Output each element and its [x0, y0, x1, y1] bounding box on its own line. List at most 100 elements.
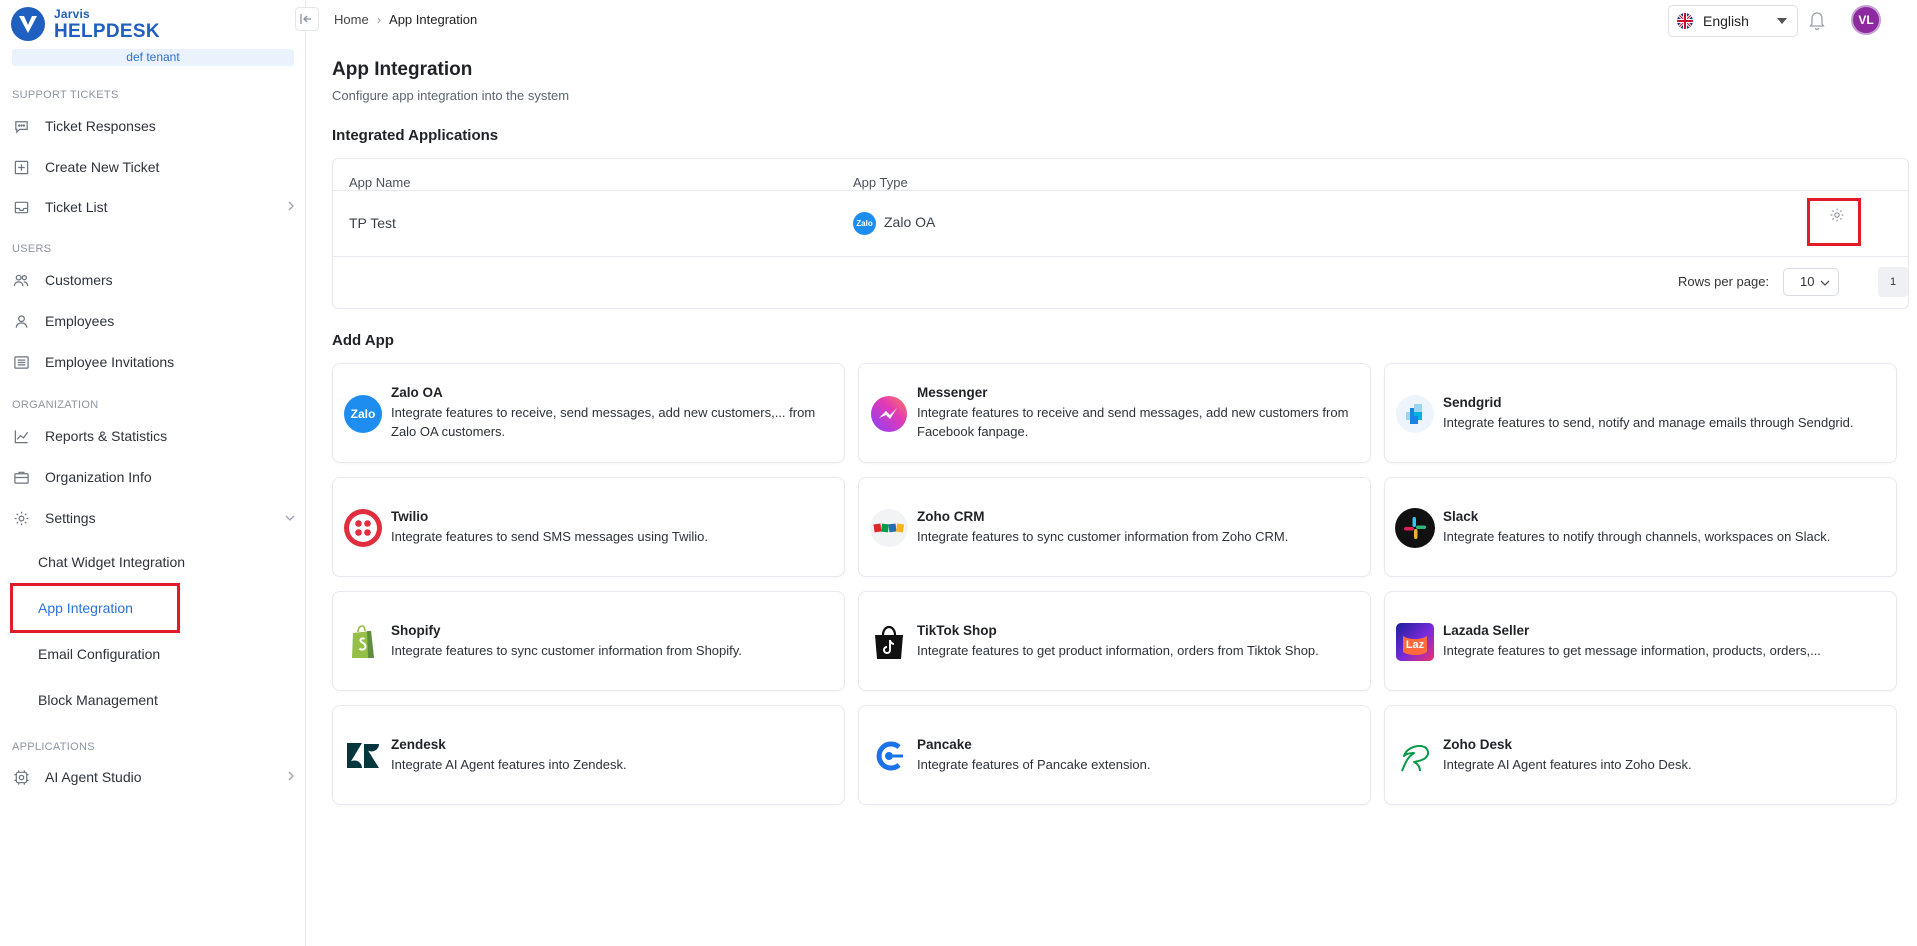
language-label: English	[1703, 13, 1749, 29]
app-card-zoho-crm[interactable]: Zoho CRM Integrate features to sync cust…	[858, 477, 1371, 577]
plus-square-icon	[12, 158, 30, 176]
section-organization: ORGANIZATION	[12, 399, 99, 411]
cpu-icon	[12, 768, 30, 786]
language-select[interactable]: English	[1668, 5, 1798, 37]
highlight-box-app-integration	[10, 583, 180, 633]
app-name: Sendgrid	[1443, 395, 1502, 410]
sidebar-item-label: Reports & Statistics	[45, 428, 168, 444]
sidebar-item-employee-invitations[interactable]: Employee Invitations	[12, 347, 300, 377]
user-avatar[interactable]: VL	[1851, 5, 1881, 35]
cell-app-name: TP Test	[349, 215, 396, 231]
svg-text:Zalo: Zalo	[351, 407, 376, 421]
pancake-icon	[869, 736, 909, 776]
section-applications: APPLICATIONS	[12, 741, 95, 753]
app-description: Integrate features to send SMS messages …	[391, 529, 708, 544]
app-card-slack[interactable]: Slack Integrate features to notify throu…	[1384, 477, 1897, 577]
inbox-icon	[12, 198, 30, 216]
app-name: Twilio	[391, 509, 429, 524]
app-description: Integrate features to send, notify and m…	[1443, 415, 1854, 430]
app-card-messenger[interactable]: Messenger Integrate features to receive …	[858, 363, 1371, 463]
app-card-pancake[interactable]: Pancake Integrate features of Pancake ex…	[858, 705, 1371, 805]
app-card-zalo-oa[interactable]: Zalo Zalo OA Integrate features to recei…	[332, 363, 845, 463]
app-name: TikTok Shop	[917, 623, 997, 638]
zoho-desk-icon	[1395, 736, 1435, 776]
sidebar-subitem-chat-widget-integration[interactable]: Chat Widget Integration	[38, 554, 185, 570]
sidebar-item-label: Ticket Responses	[45, 118, 156, 134]
gear-icon	[12, 509, 30, 527]
add-app-heading: Add App	[332, 332, 394, 349]
breadcrumb: Home › App Integration	[334, 12, 477, 27]
zendesk-icon	[343, 736, 383, 776]
app-description: Integrate features to get product inform…	[917, 643, 1319, 658]
app-description: Integrate features of Pancake extension.	[917, 757, 1151, 772]
caret-down-icon	[1777, 18, 1787, 24]
sidebar-item-ai-agent-studio[interactable]: AI Agent Studio	[12, 762, 300, 792]
brand[interactable]: Jarvis HELPDESK	[10, 6, 160, 42]
app-description: Integrate features to receive and send m…	[917, 405, 1349, 439]
sidebar-item-label: Ticket List	[45, 199, 108, 215]
twilio-icon	[343, 508, 383, 548]
uk-flag-icon	[1677, 13, 1693, 29]
app-name: Zoho CRM	[917, 509, 985, 524]
section-users: USERS	[12, 243, 52, 255]
app-card-tiktok-shop[interactable]: TikTok Shop Integrate features to get pr…	[858, 591, 1371, 691]
chevron-down-icon	[285, 515, 295, 521]
chat-bubble-icon	[12, 117, 30, 135]
app-card-lazada-seller[interactable]: Laz Lazada Seller Integrate features to …	[1384, 591, 1897, 691]
column-header-app-type: App Type	[853, 175, 908, 190]
sidebar-item-organization-info[interactable]: Organization Info	[12, 462, 300, 492]
table-row-divider	[333, 256, 1908, 257]
sidebar-item-label: Create New Ticket	[45, 159, 160, 175]
app-description: Integrate features to get message inform…	[1443, 643, 1821, 658]
rows-per-page-value: 10	[1800, 274, 1815, 289]
collapse-sidebar-button[interactable]	[295, 7, 319, 31]
app-name: Zendesk	[391, 737, 446, 752]
app-description: Integrate features to receive, send mess…	[391, 405, 816, 439]
sidebar-item-label: Employees	[45, 313, 115, 329]
breadcrumb-current: App Integration	[389, 12, 478, 27]
collapse-left-icon	[300, 14, 311, 24]
sidebar-item-create-new-ticket[interactable]: Create New Ticket	[12, 152, 300, 182]
page-title: App Integration	[332, 59, 473, 80]
notification-bell-icon[interactable]	[1808, 10, 1826, 35]
app-name: Pancake	[917, 737, 972, 752]
app-name: Shopify	[391, 623, 441, 638]
sidebar-item-reports-statistics[interactable]: Reports & Statistics	[12, 421, 300, 451]
app-card-shopify[interactable]: Shopify Integrate features to sync custo…	[332, 591, 845, 691]
rows-per-page-label: Rows per page:	[1678, 274, 1770, 289]
integrated-apps-heading: Integrated Applications	[332, 127, 499, 144]
sidebar-subitem-email-configuration[interactable]: Email Configuration	[38, 646, 160, 662]
tenant-label[interactable]: def tenant	[12, 49, 294, 66]
sidebar-item-customers[interactable]: Customers	[12, 265, 300, 295]
pagination-page-button[interactable]: 1	[1878, 267, 1908, 297]
sidebar-item-label: Organization Info	[45, 469, 152, 485]
app-card-twilio[interactable]: Twilio Integrate features to send SMS me…	[332, 477, 845, 577]
sidebar-item-ticket-list[interactable]: Ticket List	[12, 192, 300, 222]
app-description: Integrate AI Agent features into Zoho De…	[1443, 757, 1692, 772]
sidebar-item-ticket-responses[interactable]: Ticket Responses	[12, 111, 300, 141]
sidebar-item-settings[interactable]: Settings	[12, 503, 300, 533]
breadcrumb-home[interactable]: Home	[334, 12, 369, 27]
rows-per-page-select[interactable]: 10	[1783, 268, 1839, 296]
chevron-right-icon	[288, 201, 294, 211]
cell-app-type-label: Zalo OA	[884, 214, 936, 231]
brand-name: HELPDESK	[54, 20, 160, 42]
sidebar-item-employees[interactable]: Employees	[12, 306, 300, 336]
zoho-icon	[869, 508, 909, 548]
highlight-box-settings-button	[1807, 198, 1861, 246]
brand-name-small: Jarvis	[54, 6, 90, 21]
app-card-zendesk[interactable]: Zendesk Integrate AI Agent features into…	[332, 705, 845, 805]
sidebar-subitem-block-management[interactable]: Block Management	[38, 692, 158, 708]
app-card-sendgrid[interactable]: Sendgrid Integrate features to send, not…	[1384, 363, 1897, 463]
app-description: Integrate AI Agent features into Zendesk…	[391, 757, 627, 772]
app-card-zoho-desk[interactable]: Zoho Desk Integrate AI Agent features in…	[1384, 705, 1897, 805]
zalo-icon: Zalo	[343, 394, 383, 434]
sidebar: Jarvis HELPDESK def tenant SUPPORT TICKE…	[0, 0, 306, 946]
user-icon	[12, 312, 30, 330]
sidebar-item-label: Employee Invitations	[45, 354, 175, 370]
jarvis-logo-icon	[11, 7, 45, 41]
slack-icon	[1395, 508, 1435, 548]
chevron-down-icon	[1820, 280, 1830, 286]
list-icon	[12, 353, 30, 371]
app-name: Zoho Desk	[1443, 737, 1513, 752]
